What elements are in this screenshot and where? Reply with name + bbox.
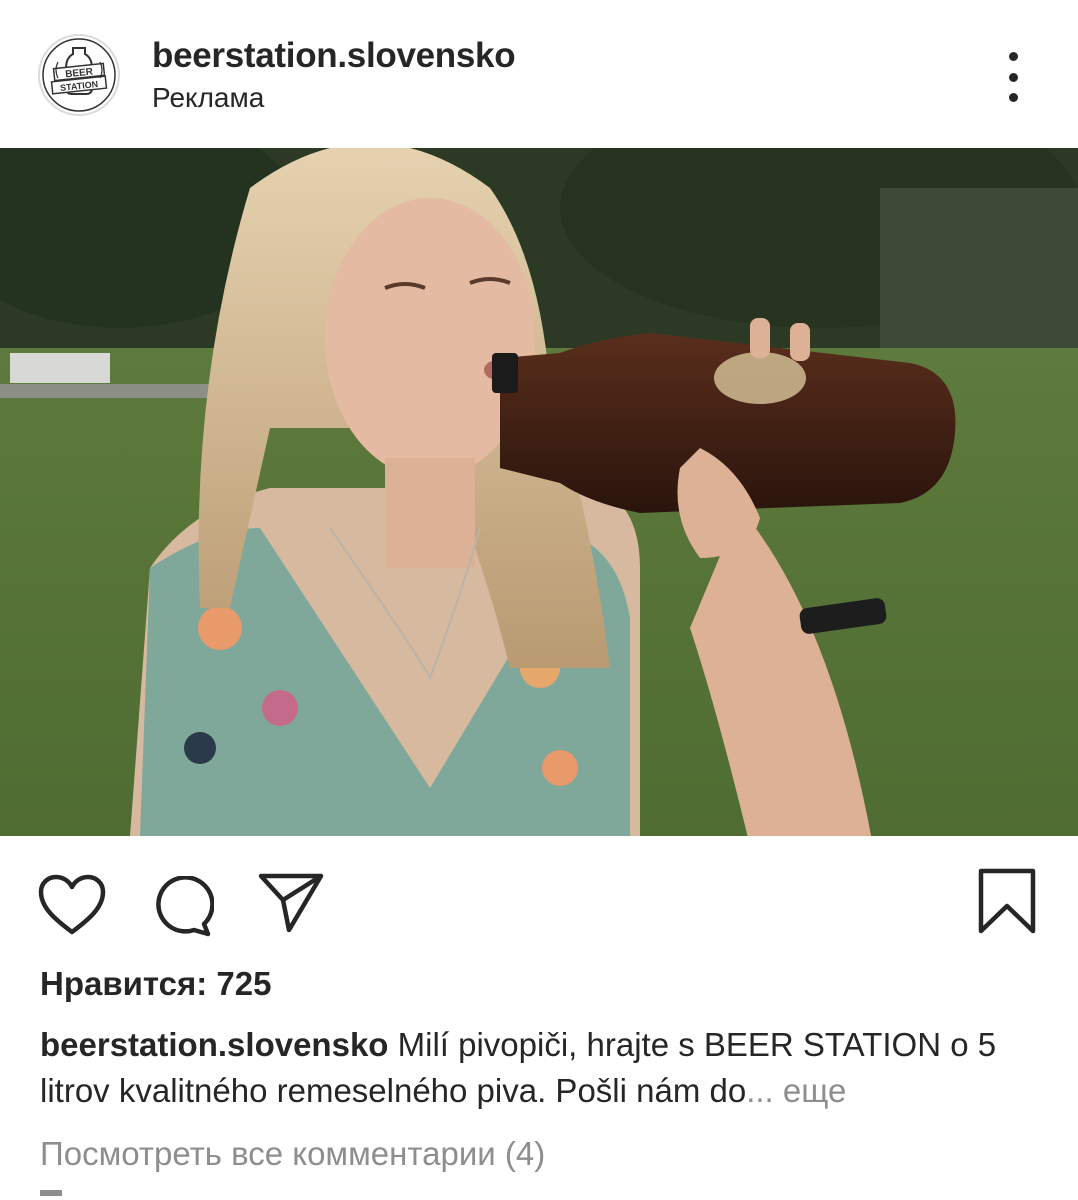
likes-count[interactable]: Нравится: 725 bbox=[40, 965, 271, 1003]
heart-icon[interactable] bbox=[38, 874, 106, 936]
comment-bubble-icon[interactable] bbox=[150, 876, 214, 938]
sponsored-label[interactable]: Реклама bbox=[152, 82, 264, 114]
bookmark-icon[interactable] bbox=[976, 868, 1038, 934]
post-image[interactable] bbox=[0, 148, 1078, 836]
post-actions bbox=[0, 836, 1078, 966]
beer-station-logo: BEER STATION bbox=[42, 38, 116, 112]
next-line-fragment bbox=[40, 1190, 62, 1196]
view-all-comments-link[interactable]: Посмотреть все комментарии (4) bbox=[40, 1135, 545, 1173]
post-username[interactable]: beerstation.slovensko bbox=[152, 36, 516, 76]
photo-illustration bbox=[0, 148, 1078, 836]
avatar[interactable]: BEER STATION bbox=[38, 34, 120, 116]
more-options-button[interactable] bbox=[996, 52, 1030, 102]
paper-plane-icon[interactable] bbox=[258, 872, 324, 934]
caption-more-link[interactable]: еще bbox=[774, 1072, 847, 1109]
post-header: BEER STATION beerstation.slovensko Рекла… bbox=[0, 0, 1078, 148]
post-caption: beerstation.slovensko Milí pivopiči, hra… bbox=[40, 1022, 1030, 1114]
more-vertical-icon bbox=[1008, 52, 1018, 61]
caption-ellipsis: ... bbox=[746, 1072, 774, 1109]
caption-username[interactable]: beerstation.slovensko bbox=[40, 1026, 388, 1063]
